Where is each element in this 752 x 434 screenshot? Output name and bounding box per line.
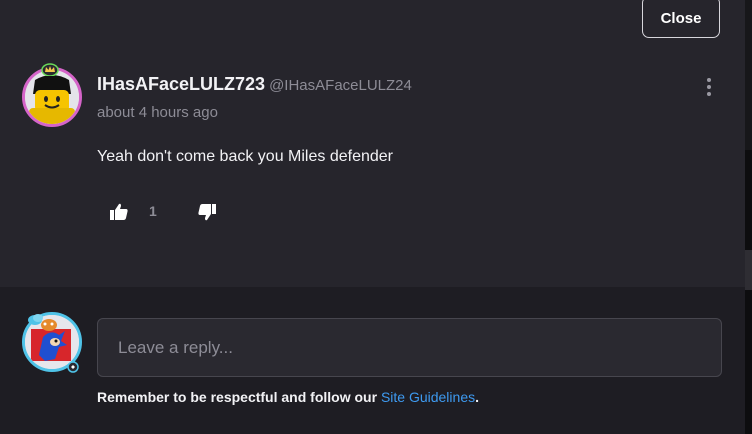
- crown-badge-icon: [41, 62, 59, 76]
- vertical-ellipsis-icon[interactable]: [700, 76, 718, 98]
- guidelines-period: .: [475, 389, 479, 405]
- comment-timestamp: about 4 hours ago: [97, 104, 218, 121]
- current-user-avatar: [22, 312, 82, 373]
- guidelines-notice: Remember to be respectful and follow our…: [97, 389, 479, 405]
- user-handle: @IHasAFaceLULZ24: [269, 77, 412, 94]
- guidelines-text: Remember to be respectful and follow our: [97, 389, 381, 405]
- background-edge: [745, 0, 752, 434]
- reply-input[interactable]: [97, 318, 722, 377]
- comment-section: Close IHasAFaceLULZ723 @IHasAFaceLULZ24 …: [0, 0, 745, 287]
- commenter-username[interactable]: IHasAFaceLULZ723 @IHasAFaceLULZ24: [97, 74, 412, 95]
- close-button[interactable]: Close: [642, 0, 720, 38]
- site-guidelines-link[interactable]: Site Guidelines: [381, 389, 475, 405]
- status-badge-icon: [67, 361, 79, 373]
- username-text[interactable]: IHasAFaceLULZ723: [97, 74, 265, 94]
- upvote-count: 1: [149, 203, 157, 219]
- comment-panel: Close IHasAFaceLULZ723 @IHasAFaceLULZ24 …: [0, 0, 745, 434]
- commenter-avatar[interactable]: [22, 63, 82, 127]
- thumbs-up-icon[interactable]: [108, 202, 130, 222]
- comment-text: Yeah don't come back you Miles defender: [97, 148, 393, 165]
- cloud-badge-icon: [27, 312, 45, 326]
- thumbs-down-icon[interactable]: [196, 202, 218, 222]
